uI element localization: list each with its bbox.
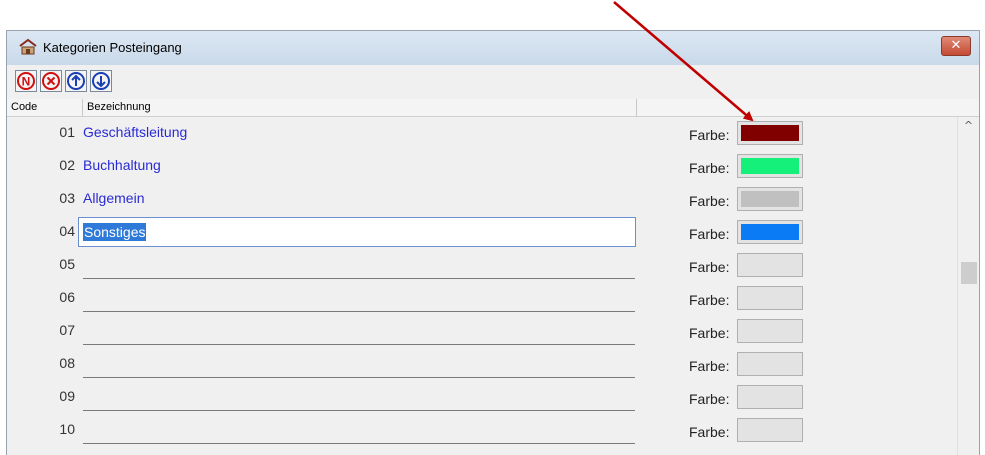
title-bar[interactable]: Kategorien Posteingang ✕ [7,31,979,65]
color-swatch[interactable] [737,319,803,343]
close-icon: ✕ [950,38,962,53]
color-swatch[interactable] [737,352,803,376]
dialog-window: Kategorien Posteingang ✕ N Code Bezeichn… [6,30,980,455]
color-swatch[interactable] [737,385,803,409]
close-button[interactable]: ✕ [941,36,971,56]
category-list: 01 Geschäftsleitung Farbe: 02 Buchhaltun… [7,117,957,455]
header-farbe [637,99,979,117]
color-swatch[interactable] [737,418,803,442]
row-name-input[interactable] [83,382,635,411]
color-swatch[interactable] [737,253,803,277]
color-fill [741,125,799,141]
farbe-label: Farbe: [689,226,730,242]
table-row: 05 Farbe: [7,249,957,282]
app-icon [19,38,37,55]
chevron-up-icon[interactable]: ^ [958,119,979,135]
table-row: 07 Farbe: [7,315,957,348]
vertical-scrollbar[interactable]: ^ [957,117,979,455]
farbe-label: Farbe: [689,391,730,407]
table-row: 01 Geschäftsleitung Farbe: [7,117,957,150]
header-code[interactable]: Code [7,99,83,117]
row-code: 08 [59,355,75,371]
row-code: 10 [59,421,75,437]
farbe-label: Farbe: [689,193,730,209]
window-title: Kategorien Posteingang [43,40,182,55]
table-row: 08 Farbe: [7,348,957,381]
farbe-label: Farbe: [689,358,730,374]
row-name-input[interactable] [83,250,635,279]
column-header: Code Bezeichnung [7,99,979,117]
row-code: 02 [59,157,75,173]
farbe-label: Farbe: [689,424,730,440]
table-row: 02 Buchhaltung Farbe: [7,150,957,183]
move-down-icon [92,72,110,90]
color-fill [741,191,799,207]
color-swatch[interactable] [737,286,803,310]
table-row: 10 Farbe: [7,414,957,447]
farbe-label: Farbe: [689,160,730,176]
row-code: 09 [59,388,75,404]
color-swatch[interactable] [737,187,803,211]
table-row: 09 Farbe: [7,381,957,414]
color-swatch[interactable] [737,220,803,244]
row-name-input[interactable] [83,316,635,345]
color-fill [741,224,799,240]
header-bezeichnung[interactable]: Bezeichnung [83,99,637,117]
row-name-input[interactable] [83,283,635,312]
row-code: 03 [59,190,75,206]
row-code: 04 [59,223,75,239]
scroll-thumb[interactable] [961,262,977,284]
farbe-label: Farbe: [689,259,730,275]
move-up-button[interactable] [65,70,87,92]
delete-button[interactable] [40,70,62,92]
row-name-input[interactable]: Sonstiges [78,217,636,247]
row-name[interactable]: Geschäftsleitung [83,117,635,150]
row-code: 07 [59,322,75,338]
delete-icon [42,72,60,90]
row-code: 06 [59,289,75,305]
toolbar: N [7,65,979,99]
row-name-input[interactable] [83,415,635,444]
table-row: 03 Allgemein Farbe: [7,183,957,216]
table-row: 06 Farbe: [7,282,957,315]
color-fill [741,158,799,174]
color-swatch[interactable] [737,154,803,178]
selected-text: Sonstiges [83,223,147,241]
row-code: 01 [59,124,75,140]
move-up-icon [67,72,85,90]
new-icon: N [17,72,35,90]
farbe-label: Farbe: [689,325,730,341]
row-name-input[interactable] [83,349,635,378]
move-down-button[interactable] [90,70,112,92]
row-name[interactable]: Allgemein [83,183,635,216]
color-swatch[interactable] [737,121,803,145]
farbe-label: Farbe: [689,127,730,143]
farbe-label: Farbe: [689,292,730,308]
table-row: 04 Sonstiges Farbe: [7,216,957,249]
new-button[interactable]: N [15,70,37,92]
row-code: 05 [59,256,75,272]
svg-text:N: N [22,75,31,89]
row-name[interactable]: Buchhaltung [83,150,635,183]
